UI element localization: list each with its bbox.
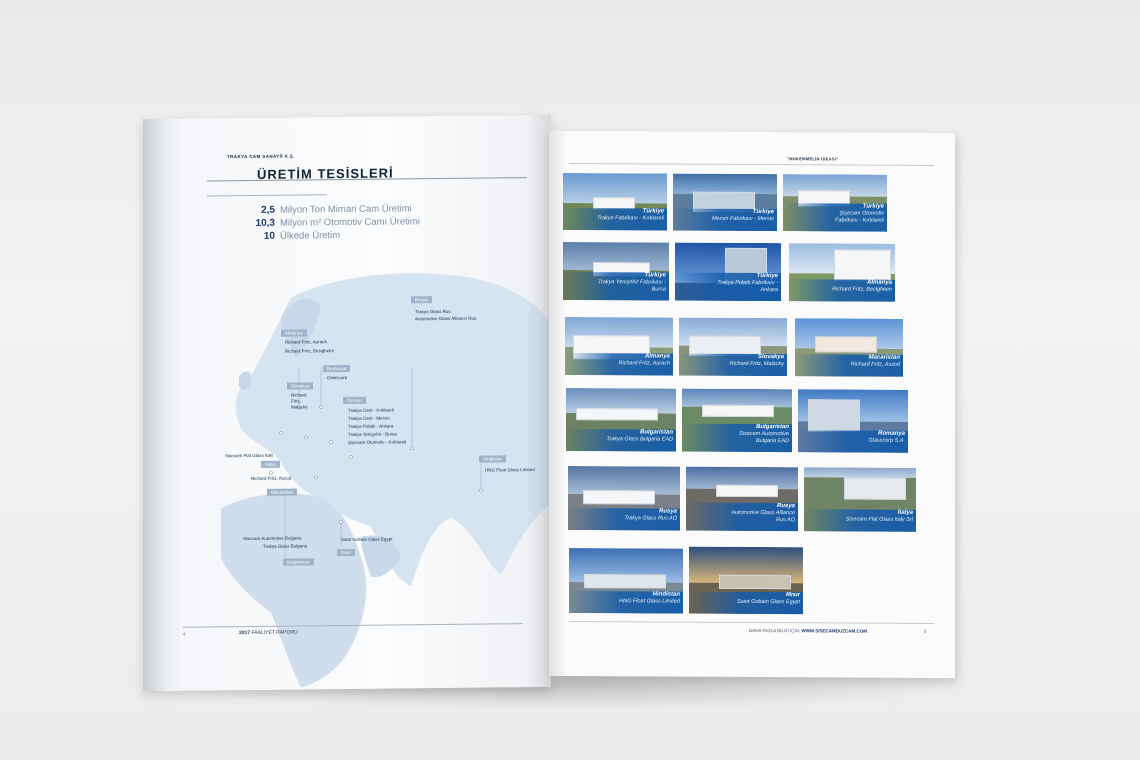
website-link: WWW.SISECAMDUZCAM.COM [801,628,868,634]
plant-photo: Macaristan Richard Fritz, Aszod [795,318,903,377]
plant-photo: Hindistan HNG Float Glass Limited [569,548,683,614]
map-label: Richard [291,392,307,398]
header-rule [569,163,934,166]
footer-text: DAHA FAZLA BİLGİ İÇİN: [749,627,801,634]
plant-photo: Türkiye Mersin Fabrikası - Mersin [673,173,777,232]
plant-photo: Bulgaristan Trakya Glass Bulgaria EAD [566,388,676,452]
map-label: Glasscorp [327,374,348,381]
map-tag-bulgaristan: Bulgaristan [283,558,314,566]
map-label: Richard Fritz, Aurach [285,339,328,345]
photo-caption: Bulgaristan Trakya Glass Bulgaria EAD [566,429,676,452]
photo-caption: Türkiye Mersin Fabrikası - Mersin [673,208,777,232]
map-tag-romanya: Romanya [323,364,351,373]
photo-caption: Rusya Automotive Glass Alliance Rus AO [686,502,798,532]
stat-text: Milyon m² Otomotiv Camı Üretimi [280,216,420,229]
page-edge [143,118,181,692]
stats-block: 2,5 Milyon Ton Mimari Cam Üretimi 10,3 M… [239,203,420,244]
map-tag-italya: İtalya [261,460,280,468]
stat-text: Milyon Ton Mimari Cam Üretimi [280,203,412,216]
photo-caption: Türkiye Trakya Fabrikası - Kırklareli [563,208,667,231]
map-label: Sisecam Automotive Bulgaria [243,535,302,542]
map-tag-macaristan: Macaristan [267,488,298,496]
plant-photo: Slovakya Richard Fritz, Malacky [679,317,787,377]
map-tag-rusya: Rusya [411,296,432,304]
map-tag-turkiye: Türkiye [343,396,366,405]
photo-caption: Almanya Richard Fritz, Besigheim [789,279,895,302]
photo-caption: Slovakya Richard Fritz, Malacky [679,353,787,377]
photo-caption: Mısır Saint Gobain Glass Egypt [689,591,803,615]
plant-photo: Rusya Trakya Glass Rus AO [568,466,680,531]
company-header: TRAKYA CAM SANAYİİ A.Ş. [227,153,295,160]
photo-caption: Rusya Trakya Glass Rus AO [568,508,680,531]
stat-value: 2,5 [261,204,275,216]
map-label: Fritz, [291,398,301,404]
stat-row: 10 Ülkede Üretim [239,229,420,244]
map-tag-slovakya: Slovakya [287,382,314,390]
photo-caption: Bulgaristan Sisecam Automotive Bulgaria EA… [682,423,792,453]
photo-caption: Hindistan HNG Float Glass Limited [569,591,683,614]
map-label: Trakya Polatlı - Ankara [348,423,394,429]
plant-photo: Almanya Richard Fritz, Aurach [565,317,673,376]
plant-photo: Almanya Richard Fritz, Besigheim [789,243,895,302]
map-label: Trakya Glass Rus [415,308,451,315]
photo-caption: Türkiye Trakya Polatlı Fabrikası - Ankara [675,272,781,302]
plant-photo: Türkiye Trakya Fabrikası - Kırklareli [563,173,667,231]
stat-text: Ülkede Üretim [280,230,341,242]
plant-photo: Bulgaristan Sisecam Automotive Bulgaria EA… [682,388,792,453]
website-footer: DAHA FAZLA BİLGİ İÇİN: WWW.SISECAMDUZCAM… [749,628,867,634]
map-label: Automotive Glass Alliance Rus [415,315,477,322]
plant-photo: İtalya Sisecam Flat Glass Italy Srl [804,467,916,532]
footer-rule [569,621,934,624]
page-title: ÜRETİM TESİSLERİ [257,165,394,182]
map-label: Richard Fritz, Besigheim [285,348,335,354]
footer-year: 2017 [239,630,251,637]
photo-caption: Türkiye Şişecam Otomotiv Fabrikası - Kırkl… [783,203,887,232]
plant-photo: Mısır Saint Gobain Glass Egypt [689,546,803,615]
map-label: Trakya Glass Bulgaria [263,543,308,549]
right-page: "MÜKEMMELİN İDEASI" Türkiye Trakya Fabrik… [549,130,955,679]
right-header: "MÜKEMMELİN İDEASI" [787,156,839,162]
page-number: 4 [183,631,186,637]
plant-photo: Rusya Automotive Glass Alliance Rus AO [686,466,798,532]
photo-caption: Almanya Richard Fritz, Aurach [565,353,673,376]
map-label: Trakya Cam - Mersin [348,415,390,421]
plant-photo: Türkiye Şişecam Otomotiv Fabrikası - Kırkl… [783,174,887,232]
plant-photo: Türkiye Trakya Polatlı Fabrikası - Ankara [675,242,781,302]
map-label: Trakya Cam - Kırklareli [348,407,394,413]
map-tag-misir: Mısır [337,548,355,557]
map-label: Malacky [291,404,308,410]
photo-caption: Romanya Glasscorp S.A. [798,430,908,453]
landmass-africa [221,493,367,688]
map-label: Richard Fritz, Aszod [251,475,292,482]
stat-value: 10 [263,230,275,242]
map-label: Saint Gobain Glass Egypt [341,536,393,543]
footer-label: FAALİYET RAPORU [251,629,298,636]
plant-photo: Türkiye Trakya Yenişehir Fabrikası - Bursa [563,242,669,301]
title-rule [207,194,327,197]
map-tag-almanya: Almanya [281,329,307,337]
map-label: Sisecam Flat Glass Italy [225,452,274,459]
photo-caption: Macaristan Richard Fritz, Aszod [795,354,903,377]
plant-photo: Romanya Glasscorp S.A. [798,389,908,453]
photo-caption: İtalya Sisecam Flat Glass Italy Srl [804,509,916,532]
spine-shade [549,130,567,677]
stat-value: 10,3 [255,217,275,229]
map-label: Trakya Yenişehir - Bursa [348,431,397,437]
left-page: TRAKYA CAM SANAYİİ A.Ş. ÜRETİM TESİSLERİ… [143,114,551,692]
spine-shade [525,114,551,688]
map-tag-hindistan: Hindistan [479,455,506,463]
photo-caption: Türkiye Trakya Yenişehir Fabrikası - Bursa [563,272,669,301]
map-label: Şişecam Otomotiv - Kırklareli [348,439,407,445]
report-footer: 2017 FAALİYET RAPORU [239,630,298,637]
page-number: 5 [924,628,927,634]
